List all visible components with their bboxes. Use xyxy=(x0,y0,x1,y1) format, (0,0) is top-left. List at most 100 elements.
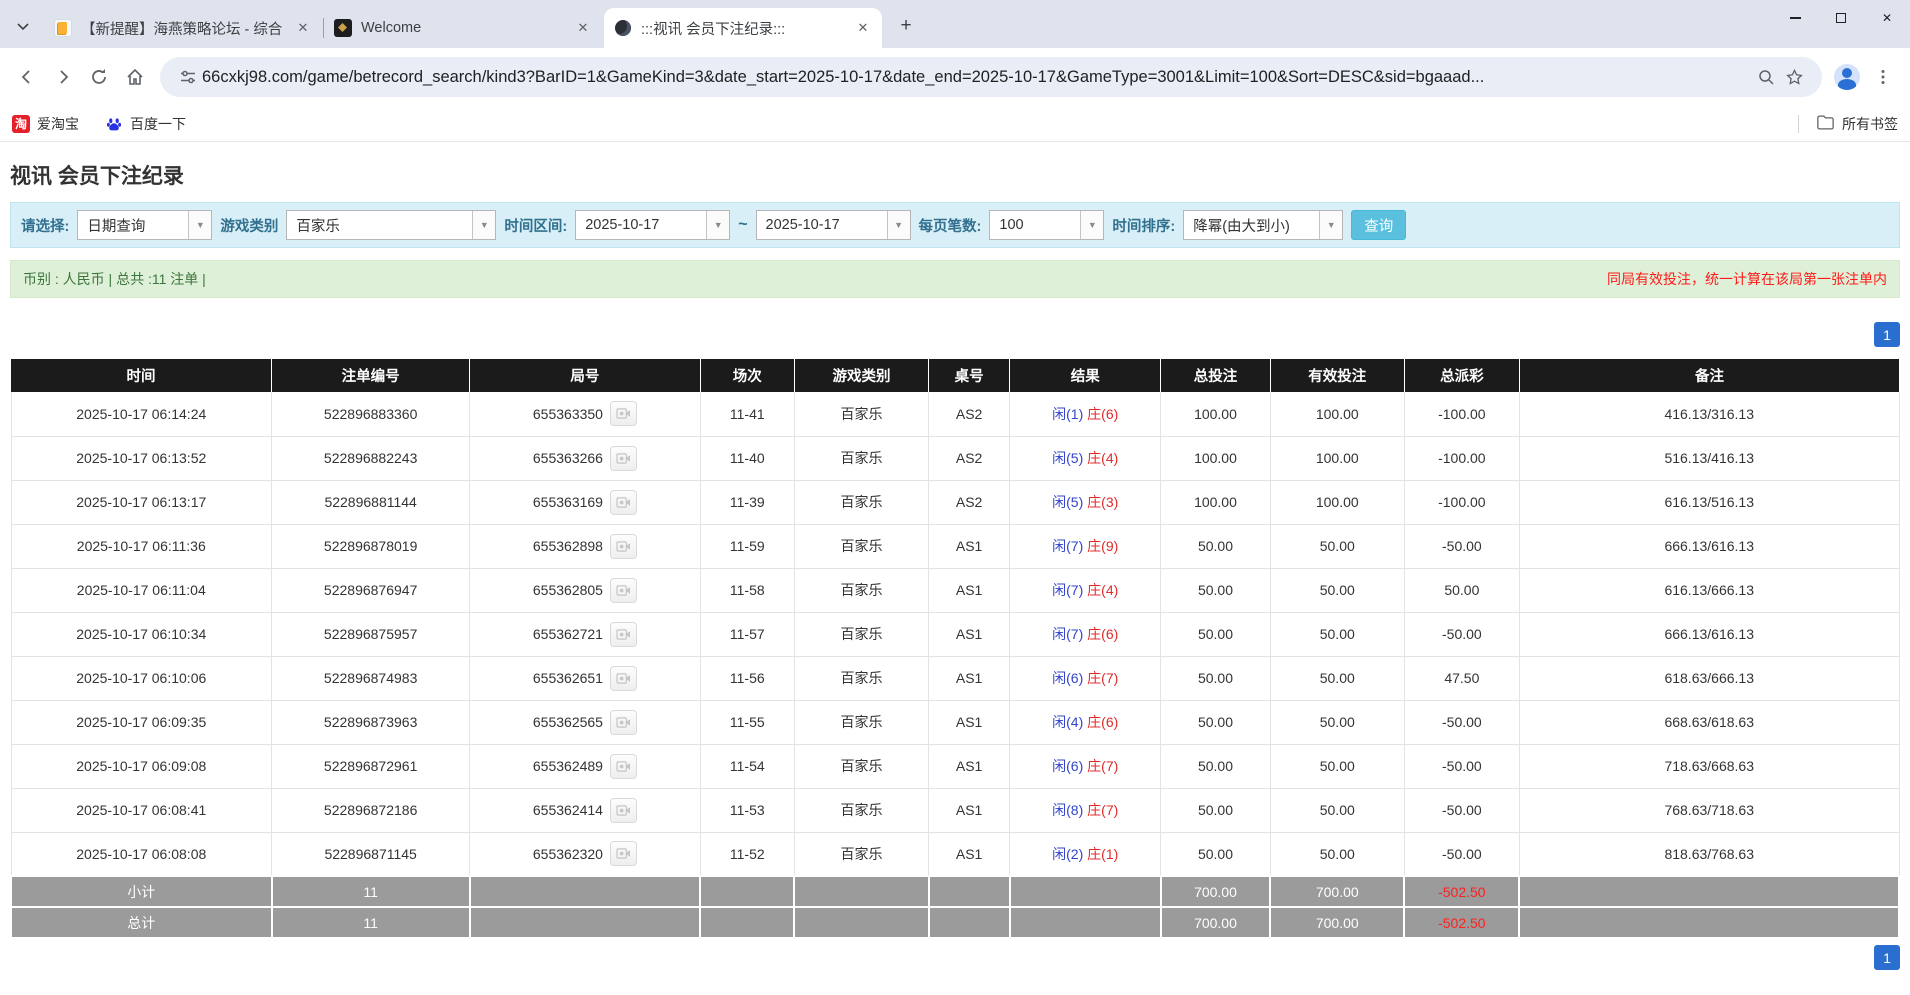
video-replay-button[interactable] xyxy=(610,666,637,691)
reload-button[interactable] xyxy=(82,60,116,94)
total-bet-link[interactable]: 50.00 xyxy=(1161,700,1271,744)
all-bookmarks-label[interactable]: 所有书签 xyxy=(1842,114,1898,134)
tab-bet-records[interactable]: :::视讯 会员下注纪录::: ✕ xyxy=(604,8,882,48)
result-cell: 闲(7) 庄(4) xyxy=(1010,568,1161,612)
video-replay-button[interactable] xyxy=(610,578,637,603)
date-start-select[interactable]: 2025-10-17 ▼ xyxy=(575,210,730,240)
home-button[interactable] xyxy=(118,60,152,94)
site-settings-icon[interactable] xyxy=(174,63,202,91)
total-valid-bet: 700.00 xyxy=(1270,907,1404,938)
sort-label: 时间排序: xyxy=(1112,215,1175,236)
three-dot-menu-icon xyxy=(1874,68,1892,86)
total-bet-link[interactable]: 100.00 xyxy=(1161,480,1271,524)
game-category-cell: 百家乐 xyxy=(794,480,928,524)
session-cell: 11-54 xyxy=(700,744,794,788)
total-bet-link[interactable]: 50.00 xyxy=(1161,612,1271,656)
round-number: 655362320 xyxy=(533,846,603,862)
tab-search-button[interactable] xyxy=(8,11,38,41)
site-favicon-icon xyxy=(614,19,632,37)
total-bet-link[interactable]: 50.00 xyxy=(1161,568,1271,612)
total-bet-link[interactable]: 50.00 xyxy=(1161,524,1271,568)
video-replay-button[interactable] xyxy=(610,622,637,647)
remark-cell: 668.63/618.63 xyxy=(1519,700,1899,744)
result-cell: 闲(5) 庄(4) xyxy=(1010,436,1161,480)
table-header-row: 时间注单编号局号场次游戏类别桌号结果总投注有效投注总派彩备注 xyxy=(11,359,1899,392)
query-mode-select[interactable]: 日期查询 ▼ xyxy=(77,210,212,240)
player-result: 闲(5) xyxy=(1052,450,1083,466)
tab-close-icon[interactable]: ✕ xyxy=(294,19,312,37)
total-total-bet: 700.00 xyxy=(1161,907,1271,938)
query-button[interactable]: 查询 xyxy=(1351,210,1406,240)
chevron-down-icon[interactable]: ▼ xyxy=(188,211,211,239)
url-text[interactable]: 66cxkj98.com/game/betrecord_search/kind3… xyxy=(202,68,1752,87)
window-minimize-button[interactable] xyxy=(1772,0,1818,36)
video-replay-button[interactable] xyxy=(610,534,637,559)
back-button[interactable] xyxy=(10,60,44,94)
forward-button[interactable] xyxy=(46,60,80,94)
tab-close-icon[interactable]: ✕ xyxy=(574,19,592,37)
bookmark-star-icon[interactable] xyxy=(1780,63,1808,91)
tab-forum[interactable]: 【新提醒】海燕策略论坛 - 综合 ✕ xyxy=(44,8,322,48)
total-bet-link[interactable]: 50.00 xyxy=(1161,656,1271,700)
tab-title: Welcome xyxy=(361,20,574,36)
video-replay-button[interactable] xyxy=(610,841,637,866)
valid-bet-cell: 100.00 xyxy=(1270,436,1404,480)
video-replay-button[interactable] xyxy=(610,401,637,426)
date-end-select[interactable]: 2025-10-17 ▼ xyxy=(756,210,911,240)
column-header: 总派彩 xyxy=(1404,359,1519,392)
round-number: 655362721 xyxy=(533,626,603,642)
page-content: 视讯 会员下注纪录 请选择: 日期查询 ▼ 游戏类别 百家乐 ▼ 时间区间: 2… xyxy=(0,160,1910,970)
video-replay-button[interactable] xyxy=(610,446,637,471)
player-result: 闲(2) xyxy=(1052,846,1083,862)
total-bet-link[interactable]: 100.00 xyxy=(1161,392,1271,436)
bet-id-cell: 522896871145 xyxy=(272,832,470,876)
video-replay-button[interactable] xyxy=(610,798,637,823)
chevron-down-icon[interactable]: ▼ xyxy=(1319,211,1342,239)
player-result: 闲(7) xyxy=(1052,582,1083,598)
column-header: 游戏类别 xyxy=(794,359,928,392)
table-number-cell: AS2 xyxy=(929,436,1010,480)
bookmark-aitaobao[interactable]: 淘 爱淘宝 xyxy=(12,114,79,134)
valid-bet-cell: 50.00 xyxy=(1270,524,1404,568)
banker-result: 庄(1) xyxy=(1087,846,1118,862)
bookmark-baidu[interactable]: 百度一下 xyxy=(105,114,186,134)
video-replay-button[interactable] xyxy=(610,710,637,735)
video-replay-button[interactable] xyxy=(610,754,637,779)
player-result: 闲(6) xyxy=(1052,758,1083,774)
chevron-down-icon xyxy=(16,19,30,33)
column-header: 总投注 xyxy=(1161,359,1271,392)
tab-close-icon[interactable]: ✕ xyxy=(854,19,872,37)
chevron-down-icon[interactable]: ▼ xyxy=(887,211,910,239)
total-bet-link[interactable]: 100.00 xyxy=(1161,436,1271,480)
window-close-button[interactable]: ✕ xyxy=(1864,0,1910,36)
page-1-button[interactable]: 1 xyxy=(1874,945,1900,970)
remark-cell: 618.63/666.13 xyxy=(1519,656,1899,700)
address-bar[interactable]: 66cxkj98.com/game/betrecord_search/kind3… xyxy=(160,57,1822,97)
banker-result: 庄(7) xyxy=(1087,802,1118,818)
session-cell: 11-58 xyxy=(700,568,794,612)
per-page-select[interactable]: 100 ▼ xyxy=(989,210,1104,240)
browser-menu-button[interactable] xyxy=(1866,60,1900,94)
bet-id-cell: 522896883360 xyxy=(272,392,470,436)
video-replay-button[interactable] xyxy=(610,490,637,515)
window-maximize-button[interactable] xyxy=(1818,0,1864,36)
chevron-down-icon[interactable]: ▼ xyxy=(1080,211,1103,239)
new-tab-button[interactable]: + xyxy=(892,12,920,40)
valid-bet-cell: 50.00 xyxy=(1270,832,1404,876)
profile-avatar[interactable] xyxy=(1830,60,1864,94)
game-category-select[interactable]: 百家乐 ▼ xyxy=(286,210,496,240)
chevron-down-icon[interactable]: ▼ xyxy=(472,211,495,239)
zoom-icon[interactable] xyxy=(1752,63,1780,91)
home-icon xyxy=(125,67,145,87)
total-bet-link[interactable]: 50.00 xyxy=(1161,744,1271,788)
chevron-down-icon[interactable]: ▼ xyxy=(706,211,729,239)
date-end-value: 2025-10-17 xyxy=(757,211,887,239)
total-bet-link[interactable]: 50.00 xyxy=(1161,832,1271,876)
tab-welcome[interactable]: Welcome ✕ xyxy=(324,8,602,48)
banker-result: 庄(7) xyxy=(1087,758,1118,774)
table-number-cell: AS1 xyxy=(929,744,1010,788)
sort-select[interactable]: 降幂(由大到小) ▼ xyxy=(1183,210,1343,240)
reload-icon xyxy=(89,67,109,87)
page-1-button[interactable]: 1 xyxy=(1874,322,1900,347)
total-bet-link[interactable]: 50.00 xyxy=(1161,788,1271,832)
